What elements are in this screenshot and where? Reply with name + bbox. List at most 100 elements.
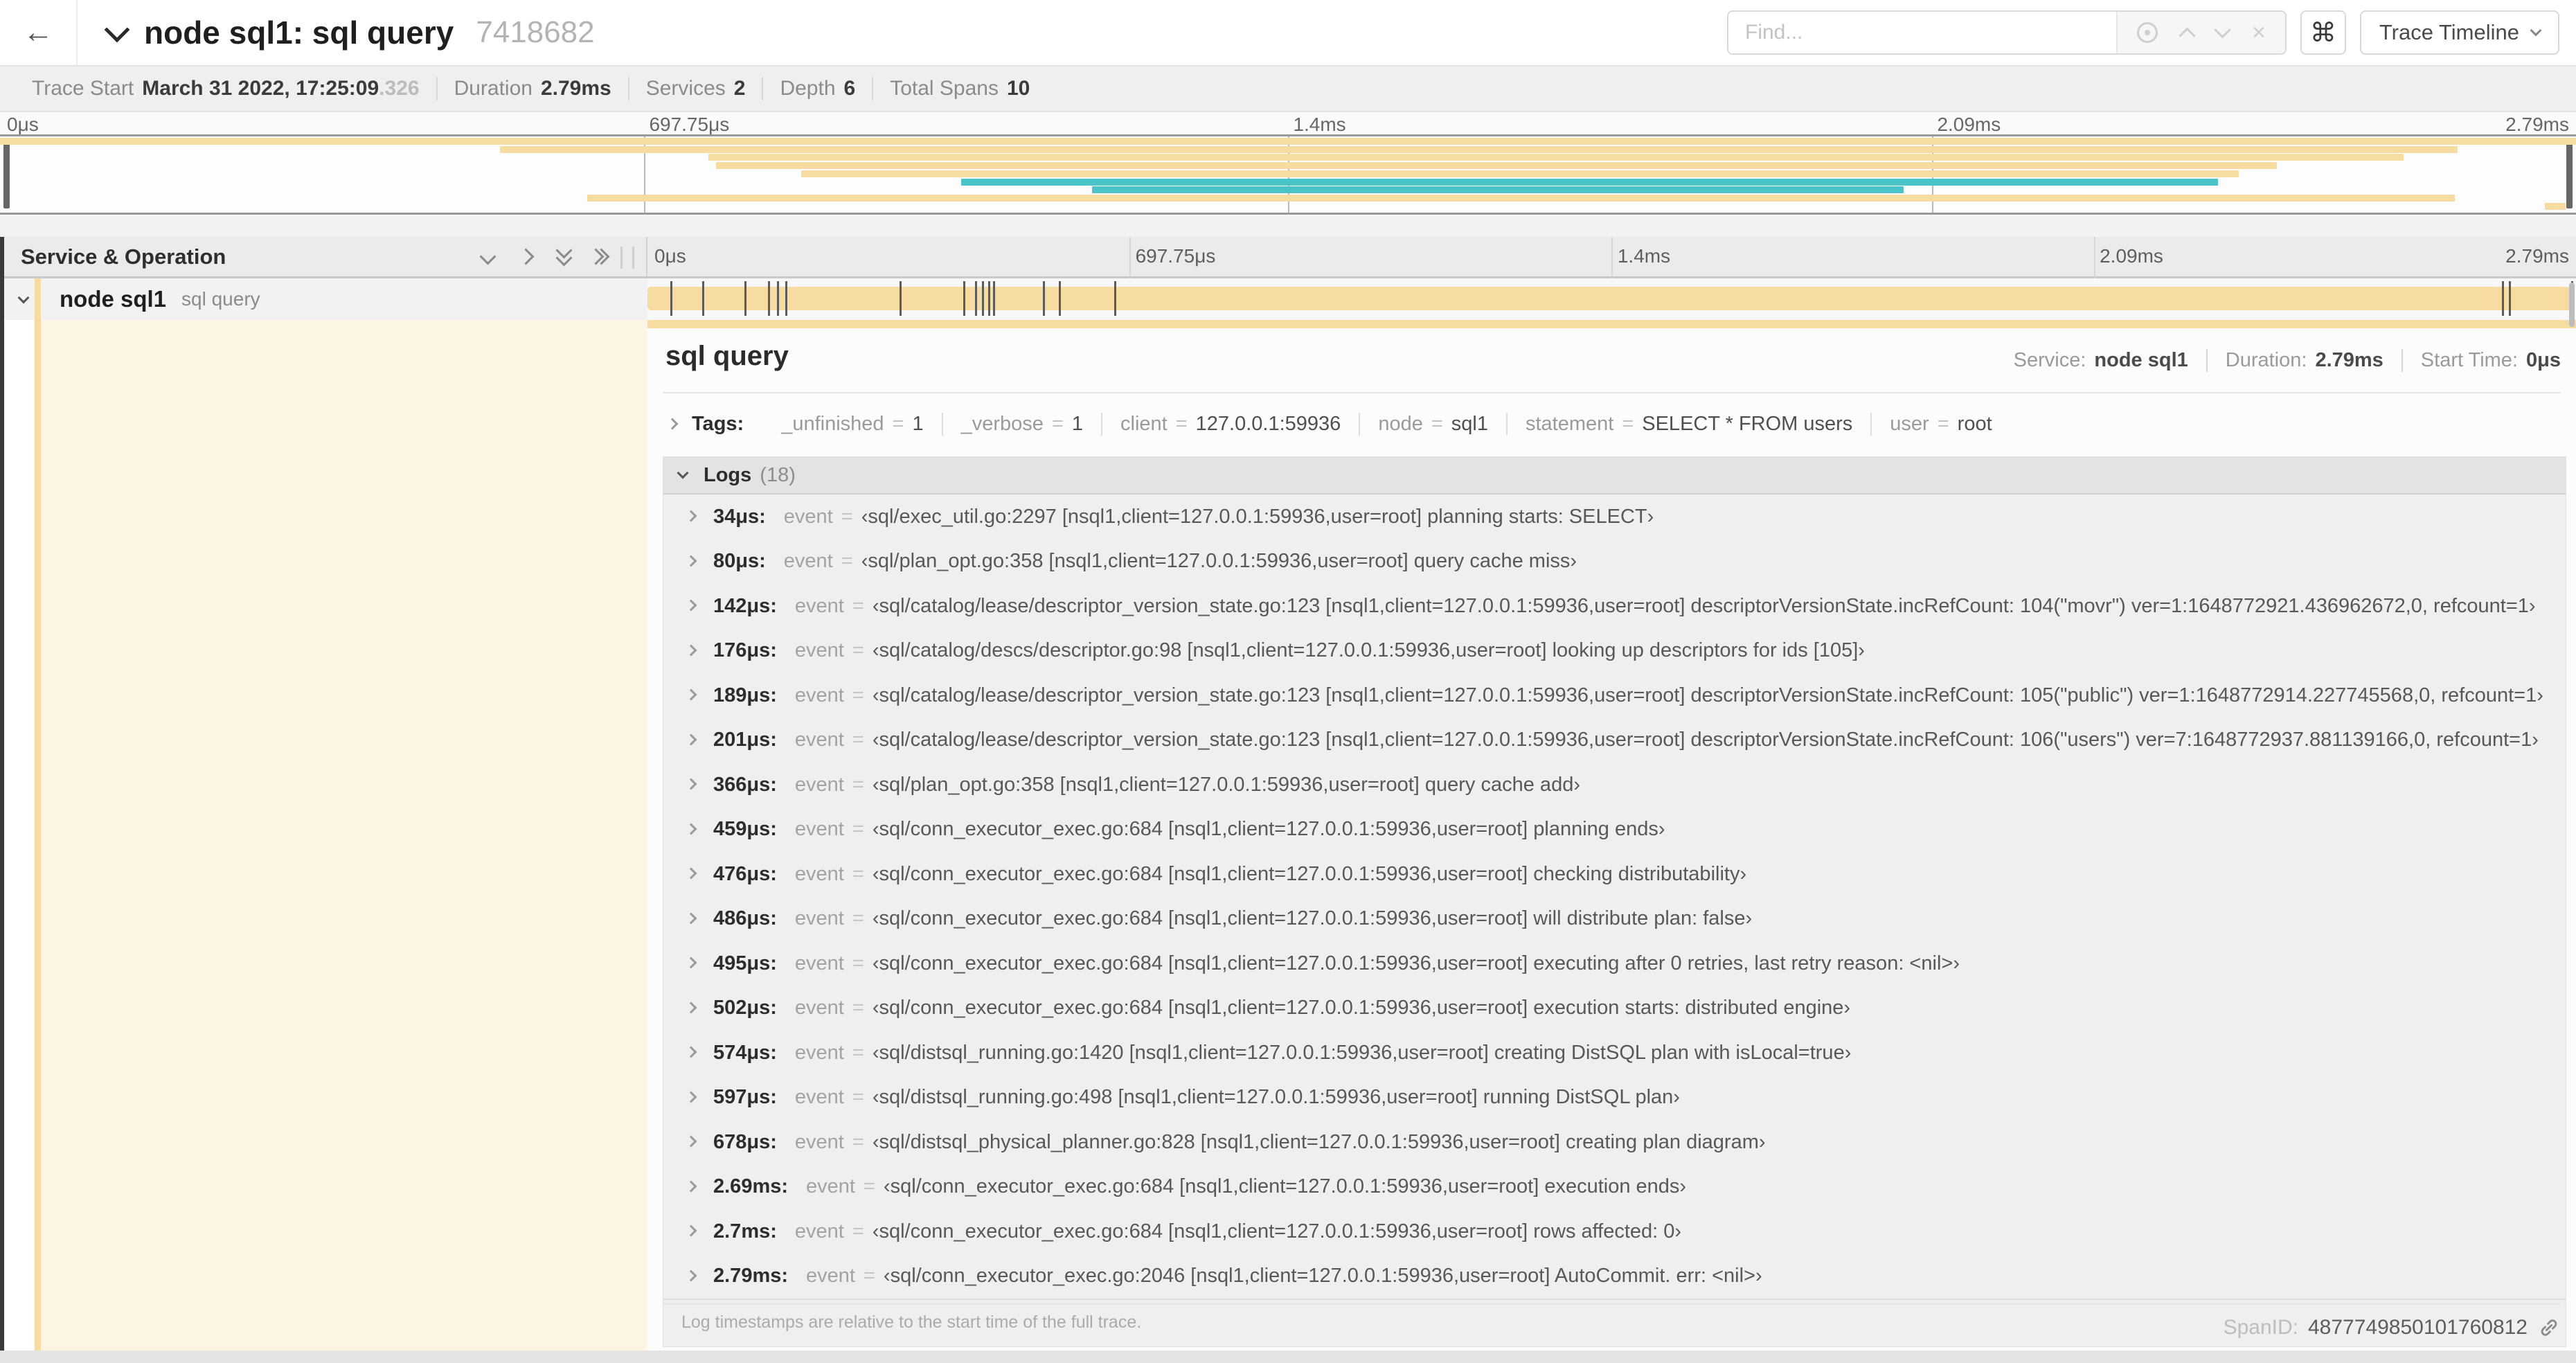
log-marker[interactable]: [963, 281, 966, 316]
log-expand-chevron-icon: [685, 1224, 697, 1237]
meta-start-time: Start Time: 0μs: [2420, 349, 2561, 371]
log-marker[interactable]: [701, 281, 704, 316]
log-entry[interactable]: 495μs: event = ‹sql/conn_executor_exec.g…: [663, 941, 2566, 986]
log-marker[interactable]: [744, 281, 747, 316]
timeline-grid-header: Service & Operation 0μs 697.75μs 1.4ms 2…: [0, 237, 2576, 278]
minimap-left-drag-handle[interactable]: [3, 141, 10, 208]
log-entry[interactable]: 2.69ms: event = ‹sql/conn_executor_exec.…: [663, 1165, 2566, 1210]
collapse-all-chevron-icon[interactable]: [104, 17, 130, 43]
log-expand-chevron-icon: [685, 912, 697, 925]
view-select-button[interactable]: Trace Timeline: [2359, 10, 2559, 55]
tags-row[interactable]: Tags: _unfinished = 1 _verbose = 1 clien…: [647, 393, 2576, 454]
back-button[interactable]: ←: [0, 0, 78, 65]
tag-item[interactable]: _unfinished = 1: [763, 413, 943, 436]
log-expand-chevron-icon: [685, 1046, 697, 1058]
log-marker[interactable]: [777, 281, 780, 316]
minimap-span: [499, 145, 2458, 153]
tag-item[interactable]: client = 127.0.0.1:59936: [1102, 413, 1361, 436]
log-entry[interactable]: 459μs: event = ‹sql/conn_executor_exec.g…: [663, 808, 2566, 853]
log-expand-chevron-icon: [685, 1270, 697, 1282]
locate-icon[interactable]: [2137, 22, 2158, 43]
log-expand-chevron-icon: [685, 1001, 697, 1014]
log-marker[interactable]: [899, 281, 902, 316]
log-marker[interactable]: [988, 281, 991, 316]
span-duration-bar[interactable]: [647, 281, 2573, 316]
log-entry[interactable]: 2.7ms: event = ‹sql/conn_executor_exec.g…: [663, 1209, 2566, 1254]
tag-item[interactable]: _verbose = 1: [943, 413, 1103, 436]
span-row-timeline-cell[interactable]: [647, 278, 2576, 320]
tag-item[interactable]: node = sql1: [1360, 413, 1508, 436]
logs-header[interactable]: Logs (18): [663, 457, 2566, 495]
expand-all-icon[interactable]: [555, 241, 573, 267]
log-entry[interactable]: 502μs: event = ‹sql/conn_executor_exec.g…: [663, 986, 2566, 1031]
span-detail-left-highlight: [41, 320, 647, 1351]
summary-services: Services 2: [629, 77, 764, 100]
logs-block: Logs (18) 34μs: event = ‹sql/exec_util.g…: [663, 456, 2566, 1347]
collapse-all-icon[interactable]: [587, 248, 610, 265]
log-entry[interactable]: 366μs: event = ‹sql/plan_opt.go:358 [nsq…: [663, 763, 2566, 808]
log-entry[interactable]: 574μs: event = ‹sql/distsql_running.go:1…: [663, 1031, 2566, 1076]
span-row-node-sql1[interactable]: node sql1 sql query: [0, 278, 2576, 320]
log-marker[interactable]: [975, 281, 978, 316]
log-entry[interactable]: 486μs: event = ‹sql/conn_executor_exec.g…: [663, 897, 2566, 942]
log-expand-chevron-icon: [685, 644, 697, 657]
log-entry[interactable]: 2.79ms: event = ‹sql/conn_executor_exec.…: [663, 1254, 2566, 1299]
tag-item[interactable]: user = root: [1872, 413, 2010, 436]
collapse-one-icon[interactable]: [517, 248, 535, 265]
log-expand-chevron-icon: [685, 599, 697, 612]
log-marker[interactable]: [1042, 281, 1045, 316]
summary-duration: Duration 2.79ms: [438, 77, 629, 100]
meta-service: Service: node sql1: [1996, 349, 2208, 372]
span-row-name-cell[interactable]: node sql1 sql query: [0, 278, 647, 320]
span-service-name: node sql1: [60, 286, 167, 312]
minimap-span: [587, 194, 2456, 202]
summary-depth: Depth 6: [763, 77, 874, 100]
log-marker[interactable]: [982, 281, 985, 316]
span-detail-title: sql query: [665, 341, 789, 371]
span-collapse-chevron-icon[interactable]: [17, 292, 30, 304]
log-entry[interactable]: 80μs: event = ‹sql/plan_opt.go:358 [nsql…: [663, 540, 2566, 585]
log-marker[interactable]: [785, 281, 788, 316]
log-entry[interactable]: 678μs: event = ‹sql/distsql_physical_pla…: [663, 1120, 2566, 1165]
log-entry[interactable]: 34μs: event = ‹sql/exec_util.go:2297 [ns…: [663, 495, 2566, 540]
log-expand-chevron-icon: [685, 1135, 697, 1148]
column-resizer-handle[interactable]: [620, 247, 634, 269]
find-prev-icon[interactable]: [2179, 26, 2196, 44]
log-marker[interactable]: [1114, 281, 1117, 316]
log-expand-chevron-icon: [685, 510, 697, 522]
minimap-right-drag-handle[interactable]: [2566, 141, 2573, 208]
find-next-icon[interactable]: [2214, 21, 2231, 39]
deep-link-icon[interactable]: [2537, 1316, 2561, 1339]
minimap-canvas[interactable]: [0, 134, 2576, 215]
log-entry[interactable]: 476μs: event = ‹sql/conn_executor_exec.g…: [663, 852, 2566, 897]
log-entry[interactable]: 189μs: event = ‹sql/catalog/lease/descri…: [663, 673, 2566, 718]
log-expand-chevron-icon: [685, 1180, 697, 1193]
log-marker[interactable]: [1058, 281, 1061, 316]
find-clear-icon[interactable]: ×: [2252, 21, 2266, 44]
log-entry[interactable]: 201μs: event = ‹sql/catalog/lease/descri…: [663, 718, 2566, 763]
row-collapse-controls: [479, 241, 610, 267]
log-entry[interactable]: 597μs: event = ‹sql/distsql_running.go:4…: [663, 1076, 2566, 1121]
trace-id: 7418682: [476, 15, 595, 49]
scrollbar-thumb[interactable]: [2569, 283, 2575, 327]
log-marker[interactable]: [768, 281, 771, 316]
log-entry[interactable]: 142μs: event = ‹sql/catalog/lease/descri…: [663, 584, 2566, 629]
log-marker[interactable]: [670, 281, 672, 316]
nav-actions: × ⌘ Trace Timeline: [1727, 10, 2559, 55]
log-expand-chevron-icon: [685, 1091, 697, 1103]
log-expand-chevron-icon: [685, 733, 697, 746]
log-marker[interactable]: [2502, 281, 2505, 316]
log-marker[interactable]: [2509, 281, 2512, 316]
log-expand-chevron-icon: [685, 688, 697, 701]
minimap-span: [960, 178, 2218, 186]
trace-title: node sql1: sql query: [144, 15, 454, 51]
bottom-edge: [0, 1351, 2576, 1363]
log-marker[interactable]: [993, 281, 996, 316]
tag-item[interactable]: statement = SELECT * FROM users: [1508, 413, 1872, 436]
command-icon: ⌘: [2309, 18, 2336, 48]
keyboard-shortcuts-button[interactable]: ⌘: [2300, 10, 2346, 55]
log-entry[interactable]: 176μs: event = ‹sql/catalog/descs/descri…: [663, 629, 2566, 674]
expand-one-icon[interactable]: [479, 248, 497, 265]
section-gap: [0, 216, 2576, 237]
find-input[interactable]: [1728, 12, 2116, 53]
